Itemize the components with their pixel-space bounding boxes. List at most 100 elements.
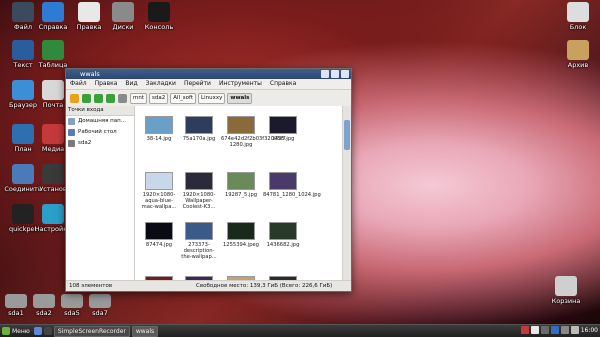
up-icon[interactable] <box>106 93 115 103</box>
image-thumbnail <box>227 222 255 240</box>
desktop-icon-terminal[interactable]: Консоль <box>137 2 181 31</box>
file-item[interactable]: 674e42d2f2b03f32005f7-1280.jpg <box>221 116 288 148</box>
file-name: 38-14.jpg <box>146 136 172 142</box>
image-thumbnail <box>145 116 173 134</box>
file-item[interactable]: 38-14.jpg <box>139 116 179 142</box>
shield-icon[interactable] <box>550 326 559 334</box>
file-manager-window[interactable]: wwals Файл Правка Вид Закладки Перейти Инстру… <box>65 68 352 292</box>
desktop-icon-label: Корзина <box>551 297 581 305</box>
file-item[interactable]: 1435.jpg <box>263 116 303 142</box>
breadcrumb-item[interactable]: All_soft <box>170 92 197 104</box>
image-thumbnail <box>227 116 255 134</box>
minimize-button[interactable] <box>321 70 329 78</box>
item-count: 108 элементов <box>69 283 113 289</box>
sidebar-item-label: sda2 <box>78 140 92 146</box>
file-name: 87474.jpg <box>145 242 173 248</box>
menu-item[interactable]: Вид <box>125 79 137 89</box>
menu-button[interactable]: Меню <box>12 328 30 335</box>
file-name: 1436682.jpg <box>266 242 300 248</box>
folder-icon <box>68 129 75 136</box>
document-icon <box>78 2 100 22</box>
menu-item[interactable]: Правка <box>95 79 118 89</box>
image-thumbnail <box>227 172 255 190</box>
file-item[interactable]: 1436682.jpg <box>263 222 303 248</box>
file-name: 674e42d2f2b03f32005f7-1280.jpg <box>221 136 288 148</box>
file-item[interactable]: 273373-description-the-wallpap... <box>179 222 219 260</box>
breadcrumb-item[interactable]: Linuxxy <box>198 92 226 104</box>
breadcrumb-item[interactable]: sda2 <box>149 92 169 104</box>
desktop-icon-spreadsheet[interactable]: Таблица <box>31 40 75 69</box>
toolbar: mnt sda2 All_soft Linuxxy wwals <box>66 90 351 107</box>
sidebar-item[interactable]: sda2 <box>66 138 134 149</box>
file-item[interactable]: 1920×1080-Wallpaper-Coolest-K3... <box>179 172 219 210</box>
menu-item[interactable]: Файл <box>70 79 87 89</box>
file-item[interactable]: 75a170a.jpg <box>179 116 219 142</box>
menu-item[interactable]: Справка <box>270 79 296 89</box>
folder-icon <box>68 118 75 125</box>
file-item[interactable]: 19287_5.jpg <box>221 172 261 198</box>
menu-item[interactable]: Перейти <box>184 79 211 89</box>
drive-icon[interactable] <box>118 93 127 103</box>
sidebar-item[interactable]: Домашняя пап... <box>66 116 134 127</box>
menu-item[interactable]: Инструменты <box>219 79 262 89</box>
flag-icon[interactable] <box>530 326 539 334</box>
window-title: wwals <box>80 70 100 78</box>
sidebar-item[interactable]: Рабочий стол <box>66 127 134 138</box>
terminal-icon[interactable] <box>43 327 52 335</box>
warning-icon[interactable] <box>70 93 79 103</box>
show-desktop-icon[interactable] <box>33 327 42 335</box>
recorder-icon[interactable] <box>520 326 529 334</box>
window-titlebar[interactable]: wwals <box>66 69 351 79</box>
sidebar-item-label: Домашняя пап... <box>78 118 126 124</box>
archive-icon <box>567 40 589 60</box>
image-thumbnail <box>269 172 297 190</box>
taskbar: Меню SimpleScreenRecorder wwals 16:00 <box>0 324 600 337</box>
statusbar: 108 элементов Свободное место: 139,3 ГиБ… <box>66 280 351 291</box>
desktop-icon-label: Архив <box>567 61 589 69</box>
breadcrumb-item[interactable]: wwals <box>227 92 253 104</box>
image-thumbnail <box>185 172 213 190</box>
taskbar-button[interactable]: wwals <box>131 325 159 337</box>
file-item[interactable]: 87474.jpg <box>139 222 179 248</box>
folder-icon <box>68 140 75 147</box>
menubar: Файл Правка Вид Закладки Перейти Инструменты С… <box>66 79 351 90</box>
clock[interactable]: 16:00 <box>581 327 598 334</box>
settings-icon <box>42 204 64 224</box>
file-name: 84781_1280_1024.jpg <box>263 192 321 198</box>
file-grid: 38-14.jpg 75a170a.jpg 674e42d2f2b03f32005f… <box>135 106 343 281</box>
taskbar-button[interactable]: SimpleScreenRecorder <box>53 325 130 337</box>
file-name: 1435.jpg <box>271 136 295 142</box>
scrollbar-thumb[interactable] <box>344 120 350 150</box>
image-thumbnail <box>269 116 297 134</box>
file-name: 75a170a.jpg <box>182 136 216 142</box>
drive-label: sda7 <box>92 309 108 317</box>
desktop-icon-trash[interactable]: Корзина <box>544 276 588 305</box>
file-item[interactable]: 1920×1080-aqua-blue-mac-wallpa... <box>139 172 179 210</box>
desktop-icon-archive[interactable]: Архив <box>556 40 600 69</box>
back-icon[interactable] <box>82 93 91 103</box>
scrollbar[interactable] <box>342 106 351 281</box>
menu-item[interactable]: Закладки <box>146 79 176 89</box>
desktop-icon-lock[interactable]: Блок <box>556 2 600 31</box>
file-name: 1920×1080-aqua-blue-mac-wallpa... <box>141 192 177 210</box>
spreadsheet-icon <box>42 40 64 60</box>
file-name: 1920×1080-Wallpaper-Coolest-K3... <box>182 192 216 210</box>
media-icon <box>42 124 64 144</box>
volume-icon[interactable] <box>570 326 579 334</box>
drive-sda7[interactable]: sda7 <box>78 294 122 317</box>
desktop-icon-label: Блок <box>569 23 587 31</box>
network-icon[interactable] <box>540 326 549 334</box>
breadcrumb-item[interactable]: mnt <box>130 92 147 104</box>
free-space: Свободное место: 139,3 ГиБ (Всего: 226,6… <box>196 283 333 289</box>
mint-logo-icon <box>2 327 10 335</box>
close-button[interactable] <box>341 70 349 78</box>
sidebar: Точки входа Домашняя пап... Рабочий стол s… <box>66 106 135 281</box>
forward-icon[interactable] <box>94 93 103 103</box>
maximize-button[interactable] <box>331 70 339 78</box>
image-thumbnail <box>185 116 213 134</box>
image-thumbnail <box>185 222 213 240</box>
sidebar-header[interactable]: Точки входа <box>66 106 134 116</box>
file-item[interactable]: 1255394.jpeg <box>221 222 261 248</box>
battery-icon[interactable] <box>560 326 569 334</box>
file-item[interactable]: 84781_1280_1024.jpg <box>263 172 321 198</box>
